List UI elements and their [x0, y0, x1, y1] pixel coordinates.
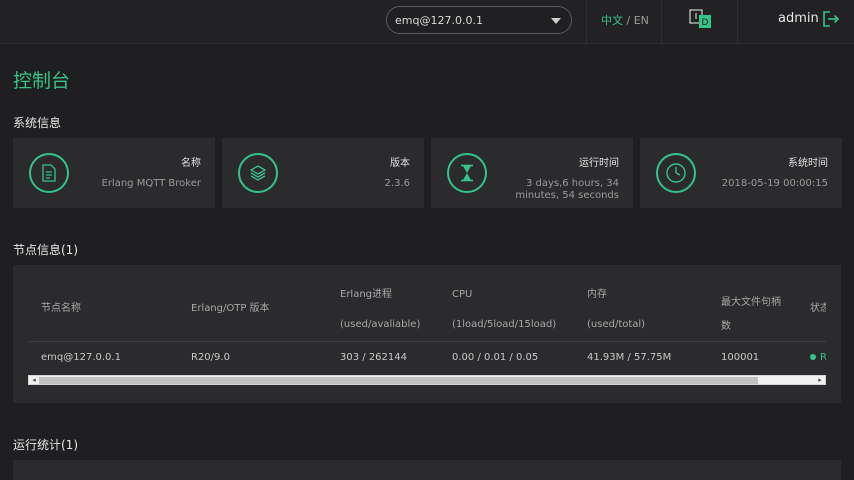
node-select-value: emq@127.0.0.1	[395, 13, 483, 27]
column-subheader: (1load/5load/15load)	[452, 319, 557, 330]
column-header: 节点名称	[41, 303, 81, 314]
column-header: Erlang进程	[340, 289, 393, 300]
node-table: 节点名称 Erlang/OTP 版本 Erlang进程 (used/avalia…	[28, 265, 826, 385]
divider	[586, 0, 587, 44]
language-switch[interactable]: 中文 / EN	[601, 12, 649, 28]
card-label: 系统时间	[788, 158, 828, 169]
cell-memory: 41.93M / 57.75M	[587, 352, 672, 363]
node-select[interactable]: emq@127.0.0.1	[386, 6, 572, 34]
info-card-uptime: 运行时间 3 days,6 hours, 34 minutes, 54 seco…	[431, 138, 633, 208]
column-header: 内存	[587, 289, 607, 300]
cell-max-fds: 100001	[721, 352, 760, 363]
horizontal-scrollbar[interactable]: ◂ ▸	[28, 375, 826, 385]
info-card-system-time: 系统时间 2018-05-19 00:00:15	[640, 138, 842, 208]
card-value: 2.3.6	[384, 178, 410, 189]
column-subheader: (used/total)	[587, 319, 646, 330]
logout-icon[interactable]	[822, 10, 840, 28]
card-label: 版本	[390, 158, 410, 169]
scroll-right-arrow-icon[interactable]: ▸	[816, 377, 824, 384]
node-info-title: 节点信息(1)	[13, 243, 78, 257]
chevron-down-icon	[551, 18, 561, 24]
column-header: Erlang/OTP 版本	[191, 303, 270, 314]
status-dot-icon	[810, 354, 816, 360]
card-value: 3 days,6 hours, 34 minutes, 54 seconds	[515, 178, 619, 201]
stats-title: 运行统计(1)	[13, 438, 78, 452]
lang-zh-option[interactable]: 中文	[601, 14, 623, 27]
scrollbar-thumb[interactable]	[39, 377, 758, 384]
document-icon	[29, 153, 69, 193]
stats-panel	[13, 460, 841, 480]
info-card-version: 版本 2.3.6	[222, 138, 424, 208]
username[interactable]: admin	[778, 11, 819, 26]
cell-cpu: 0.00 / 0.01 / 0.05	[452, 352, 539, 363]
info-card-name: 名称 Erlang MQTT Broker	[13, 138, 215, 208]
lang-en-option[interactable]: EN	[634, 14, 649, 27]
lang-separator: /	[623, 14, 634, 27]
divider	[661, 0, 662, 44]
card-label: 运行时间	[579, 158, 619, 169]
top-bar: emq@127.0.0.1 中文 / EN D admin	[0, 0, 854, 44]
column-header: 最大文件句柄数	[721, 297, 781, 332]
card-value: 2018-05-19 00:00:15	[721, 178, 828, 189]
column-subheader: (used/avaliable)	[340, 319, 421, 330]
cell-status: R	[820, 352, 826, 363]
card-label: 名称	[181, 158, 201, 169]
clock-icon	[656, 153, 696, 193]
system-info-title: 系统信息	[13, 116, 62, 130]
card-value: Erlang MQTT Broker	[101, 178, 202, 189]
hourglass-icon	[447, 153, 487, 193]
cell-processes: 303 / 262144	[340, 352, 407, 363]
node-table-panel: 节点名称 Erlang/OTP 版本 Erlang进程 (used/avalia…	[13, 265, 841, 403]
layers-icon	[238, 153, 278, 193]
notification-badge: D	[702, 18, 709, 28]
scroll-left-arrow-icon[interactable]: ◂	[30, 377, 38, 384]
cell-node-name: emq@127.0.0.1	[41, 352, 121, 363]
divider	[737, 0, 738, 44]
table-header-divider	[28, 341, 826, 342]
column-header: CPU	[452, 289, 473, 300]
notification-icon[interactable]: D	[688, 9, 714, 31]
column-header: 状态	[810, 303, 826, 314]
cell-otp-version: R20/9.0	[191, 352, 230, 363]
page-title: 控制台	[13, 70, 71, 92]
